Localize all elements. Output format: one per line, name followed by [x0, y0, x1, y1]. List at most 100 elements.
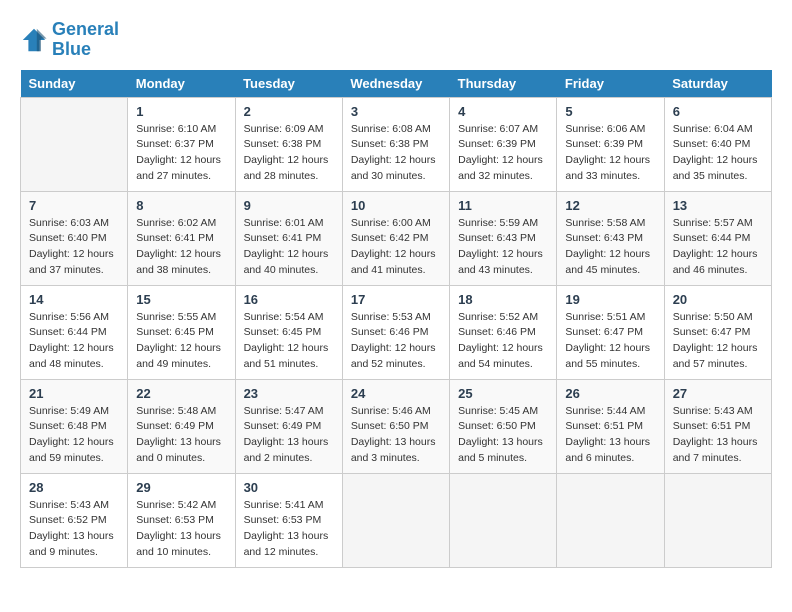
day-number: 15	[136, 292, 226, 307]
calendar-cell: 17Sunrise: 5:53 AM Sunset: 6:46 PM Dayli…	[342, 285, 449, 379]
day-info: Sunrise: 5:45 AM Sunset: 6:50 PM Dayligh…	[458, 404, 548, 467]
day-number: 12	[565, 198, 655, 213]
day-number: 11	[458, 198, 548, 213]
calendar-cell: 6 Sunrise: 6:04 AM Sunset: 6:40 PM Daylig…	[664, 97, 771, 191]
day-info: Sunrise: 6:07 AM Sunset: 6:39 PM Dayligh…	[458, 122, 548, 185]
week-row-3: 14 Sunrise: 5:56 AM Sunset: 6:44 PM Dayli…	[21, 285, 772, 379]
day-number: 8	[136, 198, 226, 213]
logo-icon	[20, 26, 48, 54]
weekday-header-saturday: Saturday	[664, 70, 771, 98]
calendar-cell: 28 Sunrise: 5:43 AM Sunset: 6:52 PM Dayli…	[21, 473, 128, 567]
header: General Blue	[20, 20, 772, 60]
day-number: 30	[244, 480, 334, 495]
day-number: 27	[673, 386, 763, 401]
day-info: Sunrise: 5:52 AM Sunset: 6:46 PM Dayligh…	[458, 310, 548, 373]
day-info: Sunrise: 6:03 AM Sunset: 6:40 PM Dayligh…	[29, 216, 119, 279]
calendar-cell: 22Sunrise: 5:48 AM Sunset: 6:49 PM Dayli…	[128, 379, 235, 473]
calendar-cell: 5 Sunrise: 6:06 AM Sunset: 6:39 PM Daylig…	[557, 97, 664, 191]
calendar-cell: 20 Sunrise: 5:50 AM Sunset: 6:47 PM Dayli…	[664, 285, 771, 379]
calendar-cell: 1 Sunrise: 6:10 AM Sunset: 6:37 PM Daylig…	[128, 97, 235, 191]
week-row-1: 1 Sunrise: 6:10 AM Sunset: 6:37 PM Daylig…	[21, 97, 772, 191]
day-info: Sunrise: 5:55 AM Sunset: 6:45 PM Dayligh…	[136, 310, 226, 373]
day-info: Sunrise: 5:53 AM Sunset: 6:46 PM Dayligh…	[351, 310, 441, 373]
day-number: 9	[244, 198, 334, 213]
day-number: 18	[458, 292, 548, 307]
calendar-cell: 24 Sunrise: 5:46 AM Sunset: 6:50 PM Dayli…	[342, 379, 449, 473]
calendar-cell: 3 Sunrise: 6:08 AM Sunset: 6:38 PM Daylig…	[342, 97, 449, 191]
day-number: 19	[565, 292, 655, 307]
day-info: Sunrise: 5:59 AM Sunset: 6:43 PM Dayligh…	[458, 216, 548, 279]
calendar-cell	[664, 473, 771, 567]
calendar-cell: 16 Sunrise: 5:54 AM Sunset: 6:45 PM Dayli…	[235, 285, 342, 379]
calendar-cell: 13Sunrise: 5:57 AM Sunset: 6:44 PM Dayli…	[664, 191, 771, 285]
weekday-header-tuesday: Tuesday	[235, 70, 342, 98]
day-info: Sunrise: 5:43 AM Sunset: 6:51 PM Dayligh…	[673, 404, 763, 467]
calendar-cell: 27 Sunrise: 5:43 AM Sunset: 6:51 PM Dayli…	[664, 379, 771, 473]
day-info: Sunrise: 5:51 AM Sunset: 6:47 PM Dayligh…	[565, 310, 655, 373]
calendar-cell	[342, 473, 449, 567]
calendar-table: SundayMondayTuesdayWednesdayThursdayFrid…	[20, 70, 772, 568]
weekday-header-row: SundayMondayTuesdayWednesdayThursdayFrid…	[21, 70, 772, 98]
day-number: 28	[29, 480, 119, 495]
day-info: Sunrise: 5:56 AM Sunset: 6:44 PM Dayligh…	[29, 310, 119, 373]
day-info: Sunrise: 5:50 AM Sunset: 6:47 PM Dayligh…	[673, 310, 763, 373]
day-info: Sunrise: 5:49 AM Sunset: 6:48 PM Dayligh…	[29, 404, 119, 467]
week-row-2: 7Sunrise: 6:03 AM Sunset: 6:40 PM Daylig…	[21, 191, 772, 285]
day-number: 16	[244, 292, 334, 307]
day-info: Sunrise: 5:47 AM Sunset: 6:49 PM Dayligh…	[244, 404, 334, 467]
calendar-cell: 29 Sunrise: 5:42 AM Sunset: 6:53 PM Dayli…	[128, 473, 235, 567]
day-number: 22	[136, 386, 226, 401]
calendar-cell	[21, 97, 128, 191]
calendar-cell: 26Sunrise: 5:44 AM Sunset: 6:51 PM Dayli…	[557, 379, 664, 473]
day-info: Sunrise: 5:42 AM Sunset: 6:53 PM Dayligh…	[136, 498, 226, 561]
day-number: 29	[136, 480, 226, 495]
day-info: Sunrise: 6:06 AM Sunset: 6:39 PM Dayligh…	[565, 122, 655, 185]
day-info: Sunrise: 5:54 AM Sunset: 6:45 PM Dayligh…	[244, 310, 334, 373]
weekday-header-monday: Monday	[128, 70, 235, 98]
day-info: Sunrise: 6:01 AM Sunset: 6:41 PM Dayligh…	[244, 216, 334, 279]
day-info: Sunrise: 6:04 AM Sunset: 6:40 PM Dayligh…	[673, 122, 763, 185]
calendar-cell: 4Sunrise: 6:07 AM Sunset: 6:39 PM Daylig…	[450, 97, 557, 191]
logo-line2: Blue	[52, 40, 119, 60]
weekday-header-sunday: Sunday	[21, 70, 128, 98]
calendar-cell	[557, 473, 664, 567]
calendar-cell: 9 Sunrise: 6:01 AM Sunset: 6:41 PM Daylig…	[235, 191, 342, 285]
calendar-cell: 25Sunrise: 5:45 AM Sunset: 6:50 PM Dayli…	[450, 379, 557, 473]
logo: General Blue	[20, 20, 119, 60]
calendar-cell: 12 Sunrise: 5:58 AM Sunset: 6:43 PM Dayli…	[557, 191, 664, 285]
weekday-header-friday: Friday	[557, 70, 664, 98]
calendar-cell: 11 Sunrise: 5:59 AM Sunset: 6:43 PM Dayli…	[450, 191, 557, 285]
calendar-cell: 18 Sunrise: 5:52 AM Sunset: 6:46 PM Dayli…	[450, 285, 557, 379]
day-info: Sunrise: 5:43 AM Sunset: 6:52 PM Dayligh…	[29, 498, 119, 561]
calendar-cell: 21Sunrise: 5:49 AM Sunset: 6:48 PM Dayli…	[21, 379, 128, 473]
day-number: 1	[136, 104, 226, 119]
day-number: 24	[351, 386, 441, 401]
calendar-cell: 19 Sunrise: 5:51 AM Sunset: 6:47 PM Dayli…	[557, 285, 664, 379]
day-number: 3	[351, 104, 441, 119]
calendar-cell: 30 Sunrise: 5:41 AM Sunset: 6:53 PM Dayli…	[235, 473, 342, 567]
day-info: Sunrise: 6:02 AM Sunset: 6:41 PM Dayligh…	[136, 216, 226, 279]
calendar-cell: 8 Sunrise: 6:02 AM Sunset: 6:41 PM Daylig…	[128, 191, 235, 285]
day-number: 20	[673, 292, 763, 307]
weekday-header-wednesday: Wednesday	[342, 70, 449, 98]
day-number: 23	[244, 386, 334, 401]
week-row-4: 21Sunrise: 5:49 AM Sunset: 6:48 PM Dayli…	[21, 379, 772, 473]
day-info: Sunrise: 5:57 AM Sunset: 6:44 PM Dayligh…	[673, 216, 763, 279]
day-info: Sunrise: 5:41 AM Sunset: 6:53 PM Dayligh…	[244, 498, 334, 561]
day-number: 5	[565, 104, 655, 119]
day-info: Sunrise: 6:08 AM Sunset: 6:38 PM Dayligh…	[351, 122, 441, 185]
day-info: Sunrise: 6:00 AM Sunset: 6:42 PM Dayligh…	[351, 216, 441, 279]
calendar-cell: 15 Sunrise: 5:55 AM Sunset: 6:45 PM Dayli…	[128, 285, 235, 379]
calendar-cell: 23 Sunrise: 5:47 AM Sunset: 6:49 PM Dayli…	[235, 379, 342, 473]
day-info: Sunrise: 6:10 AM Sunset: 6:37 PM Dayligh…	[136, 122, 226, 185]
day-number: 6	[673, 104, 763, 119]
day-info: Sunrise: 5:46 AM Sunset: 6:50 PM Dayligh…	[351, 404, 441, 467]
week-row-5: 28 Sunrise: 5:43 AM Sunset: 6:52 PM Dayli…	[21, 473, 772, 567]
day-number: 14	[29, 292, 119, 307]
day-info: Sunrise: 5:58 AM Sunset: 6:43 PM Dayligh…	[565, 216, 655, 279]
calendar-cell	[450, 473, 557, 567]
day-number: 26	[565, 386, 655, 401]
calendar-cell: 14 Sunrise: 5:56 AM Sunset: 6:44 PM Dayli…	[21, 285, 128, 379]
weekday-header-thursday: Thursday	[450, 70, 557, 98]
day-info: Sunrise: 6:09 AM Sunset: 6:38 PM Dayligh…	[244, 122, 334, 185]
